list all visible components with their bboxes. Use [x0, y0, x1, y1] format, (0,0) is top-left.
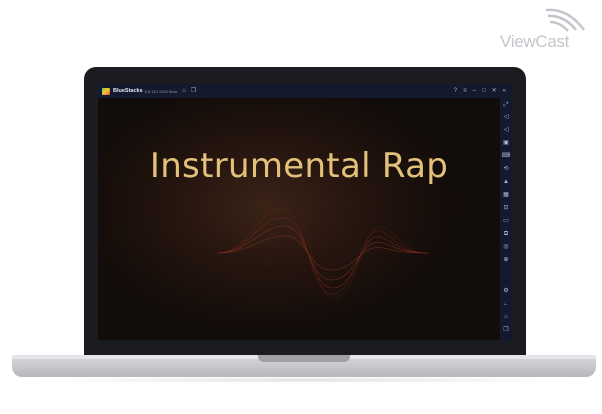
home-icon[interactable]: ⌂: [500, 312, 512, 322]
media-icon[interactable]: ▣: [500, 138, 512, 148]
bluestacks-sidebar: ⤢ ◁ ◁ ▣ ⌨ ⟲ ▲ ▦ ⊡ ▭ ⧉ ◎ ⊕ ⚙ ← ⌂ ❐: [500, 98, 512, 340]
settings-icon[interactable]: ⚙: [500, 286, 512, 296]
signal-arcs-icon: [545, 8, 586, 32]
menu-icon[interactable]: ≡: [463, 84, 467, 98]
multi-instance-icon[interactable]: ⧉: [500, 229, 512, 239]
macro-icon[interactable]: ◎: [500, 242, 512, 252]
help-icon[interactable]: ?: [454, 84, 457, 98]
multi-instance-icon[interactable]: ❐: [191, 84, 196, 98]
maximize-icon[interactable]: □: [482, 84, 486, 98]
eco-mode-icon[interactable]: ⊕: [500, 255, 512, 265]
folder-icon[interactable]: ▭: [500, 216, 512, 226]
bluestacks-titlebar: BlueStacks 5.8.110.1028 Beta ⌂ ❐ ? ≡ – □…: [98, 84, 512, 98]
keyboard-icon[interactable]: ⌨: [500, 151, 512, 161]
close-icon[interactable]: ✕: [492, 84, 497, 98]
laptop-notch: [258, 355, 350, 362]
back-icon[interactable]: ←: [500, 299, 512, 309]
screenshot-icon[interactable]: ▦: [500, 190, 512, 200]
volume-down-icon[interactable]: ◁: [500, 125, 512, 135]
recent-apps-icon[interactable]: ❐: [500, 325, 512, 335]
fullscreen-icon[interactable]: ⤢: [500, 100, 512, 110]
watermark-text: ViewCast: [500, 32, 570, 51]
laptop-shadow: [28, 377, 580, 383]
minimize-icon[interactable]: –: [473, 84, 476, 98]
app-version: 5.8.110.1028 Beta: [144, 88, 178, 94]
collapse-sidebar-icon[interactable]: «: [503, 84, 506, 98]
video-player[interactable]: Instrumental Rap: [98, 98, 500, 340]
video-title: Instrumental Rap: [149, 146, 449, 186]
sound-wave-graphic: [217, 203, 429, 299]
volume-up-icon[interactable]: ◁: [500, 112, 512, 122]
record-icon[interactable]: ⊡: [500, 203, 512, 213]
viewcast-watermark: ViewCast: [500, 4, 596, 51]
rotate-icon[interactable]: ⟲: [500, 164, 512, 174]
install-apk-icon[interactable]: ▲: [500, 177, 512, 187]
laptop-screen: BlueStacks 5.8.110.1028 Beta ⌂ ❐ ? ≡ – □…: [98, 84, 512, 340]
bluestacks-logo-icon: [102, 87, 110, 95]
app-name: BlueStacks: [113, 88, 143, 94]
home-icon[interactable]: ⌂: [182, 84, 186, 98]
